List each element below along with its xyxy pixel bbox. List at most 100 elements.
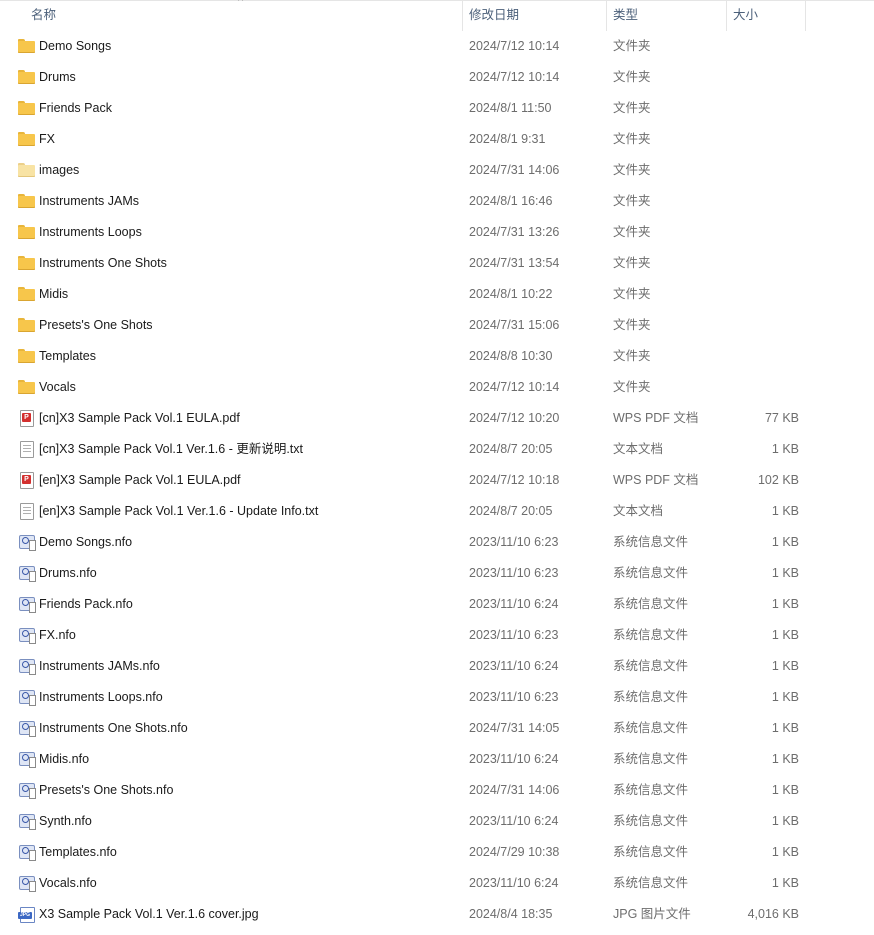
file-row[interactable]: Vocals.nfo 2023/11/10 6:24 系统信息文件 1 KB xyxy=(0,868,874,899)
folder-icon xyxy=(18,256,35,271)
file-row[interactable]: Midis 2024/8/1 10:22 文件夹 xyxy=(0,279,874,310)
file-row[interactable]: JPG X3 Sample Pack Vol.1 Ver.1.6 cover.jp… xyxy=(0,899,874,930)
file-date-modified: 2024/8/1 10:22 xyxy=(469,287,553,301)
file-row[interactable]: P [en]X3 Sample Pack Vol.1 EULA.pdf 2024/7… xyxy=(0,465,874,496)
file-size xyxy=(732,372,799,403)
file-row[interactable]: Midis.nfo 2023/11/10 6:24 系统信息文件 1 KB xyxy=(0,744,874,775)
file-row[interactable]: images 2024/7/31 14:06 文件夹 xyxy=(0,155,874,186)
column-divider[interactable] xyxy=(462,1,463,31)
file-date-modified: 2023/11/10 6:24 xyxy=(469,752,559,766)
file-row[interactable]: Templates 2024/8/8 10:30 文件夹 xyxy=(0,341,874,372)
folder-icon xyxy=(18,380,35,395)
file-type: 文件夹 xyxy=(613,287,651,301)
file-type: 文件夹 xyxy=(613,256,651,270)
file-date-modified: 2023/11/10 6:23 xyxy=(469,566,559,580)
column-divider[interactable] xyxy=(726,1,727,31)
file-size xyxy=(732,31,799,62)
text-file-icon xyxy=(18,441,35,458)
folder-icon xyxy=(18,194,35,209)
file-type: 系统信息文件 xyxy=(613,659,689,673)
file-date-modified: 2023/11/10 6:24 xyxy=(469,876,559,890)
file-row[interactable]: Instruments Loops.nfo 2023/11/10 6:23 系统信息… xyxy=(0,682,874,713)
file-date-modified: 2024/8/7 20:05 xyxy=(469,442,553,456)
file-row[interactable]: Demo Songs.nfo 2023/11/10 6:23 系统信息文件 1 KB xyxy=(0,527,874,558)
system-info-icon xyxy=(18,876,36,892)
file-name: Friends Pack xyxy=(39,101,112,115)
file-date-modified: 2024/7/12 10:18 xyxy=(469,473,560,487)
column-header-date-modified[interactable]: 修改日期 xyxy=(469,1,519,31)
file-row[interactable]: Drums.nfo 2023/11/10 6:23 系统信息文件 1 KB xyxy=(0,558,874,589)
file-date-modified: 2024/7/12 10:20 xyxy=(469,411,560,425)
file-date-modified: 2024/8/1 16:46 xyxy=(469,194,553,208)
column-divider[interactable] xyxy=(606,1,607,31)
file-row[interactable]: Vocals 2024/7/12 10:14 文件夹 xyxy=(0,372,874,403)
file-size: 77 KB xyxy=(764,411,799,425)
file-name: images xyxy=(39,163,80,177)
file-size xyxy=(732,248,799,279)
file-size xyxy=(732,124,799,155)
file-type: 系统信息文件 xyxy=(613,845,689,859)
file-date-modified: 2023/11/10 6:23 xyxy=(469,535,559,549)
file-type: WPS PDF 文档 xyxy=(613,411,699,425)
system-info-icon xyxy=(18,690,36,706)
system-info-icon xyxy=(18,566,36,582)
column-header-type[interactable]: 类型 xyxy=(613,1,638,31)
jpg-image-icon: JPG xyxy=(18,907,35,923)
file-row[interactable]: Templates.nfo 2024/7/29 10:38 系统信息文件 1 KB xyxy=(0,837,874,868)
file-type: 文件夹 xyxy=(613,349,651,363)
file-name: Instruments Loops xyxy=(39,225,142,239)
file-name: FX xyxy=(39,132,55,146)
column-header-name[interactable]: 名称 xyxy=(31,1,56,31)
file-date-modified: 2024/7/29 10:38 xyxy=(469,845,560,859)
column-header-bar: ^ 名称 修改日期 类型 大小 xyxy=(0,0,874,32)
file-row[interactable]: Demo Songs 2024/7/12 10:14 文件夹 xyxy=(0,31,874,62)
file-row[interactable]: [en]X3 Sample Pack Vol.1 Ver.1.6 - Updat… xyxy=(0,496,874,527)
file-row[interactable]: Instruments JAMs.nfo 2023/11/10 6:24 系统信息文… xyxy=(0,651,874,682)
file-row[interactable]: Instruments Loops 2024/7/31 13:26 文件夹 xyxy=(0,217,874,248)
file-name: [cn]X3 Sample Pack Vol.1 EULA.pdf xyxy=(39,411,240,425)
file-name: Instruments JAMs xyxy=(39,194,140,208)
column-header-size[interactable]: 大小 xyxy=(733,1,758,31)
file-row[interactable]: Drums 2024/7/12 10:14 文件夹 xyxy=(0,62,874,93)
file-size: 4,016 KB xyxy=(747,907,799,921)
file-date-modified: 2023/11/10 6:24 xyxy=(469,814,559,828)
system-info-icon xyxy=(18,535,36,551)
file-date-modified: 2023/11/10 6:23 xyxy=(469,628,559,642)
file-name: [cn]X3 Sample Pack Vol.1 Ver.1.6 - 更新说明.… xyxy=(39,442,304,456)
file-size: 1 KB xyxy=(771,504,799,518)
file-row[interactable]: P [cn]X3 Sample Pack Vol.1 EULA.pdf 2024/7… xyxy=(0,403,874,434)
file-name: Presets's One Shots.nfo xyxy=(39,783,174,797)
file-row[interactable]: FX.nfo 2023/11/10 6:23 系统信息文件 1 KB xyxy=(0,620,874,651)
file-row[interactable]: Instruments JAMs 2024/8/1 16:46 文件夹 xyxy=(0,186,874,217)
file-name: Midis.nfo xyxy=(39,752,90,766)
file-row[interactable]: Presets's One Shots 2024/7/31 15:06 文件夹 xyxy=(0,310,874,341)
file-row[interactable]: Instruments One Shots 2024/7/31 13:54 文件夹 xyxy=(0,248,874,279)
system-info-icon xyxy=(18,721,36,737)
file-row[interactable]: [cn]X3 Sample Pack Vol.1 Ver.1.6 - 更新说明.… xyxy=(0,434,874,465)
column-divider[interactable] xyxy=(805,1,806,31)
file-name: Instruments Loops.nfo xyxy=(39,690,163,704)
file-name: Instruments One Shots xyxy=(39,256,167,270)
file-type: 系统信息文件 xyxy=(613,628,689,642)
file-type: 文件夹 xyxy=(613,318,651,332)
file-type: 系统信息文件 xyxy=(613,876,689,890)
file-date-modified: 2024/7/12 10:14 xyxy=(469,70,560,84)
file-row[interactable]: FX 2024/8/1 9:31 文件夹 xyxy=(0,124,874,155)
file-type: 文件夹 xyxy=(613,380,651,394)
file-type: 系统信息文件 xyxy=(613,752,689,766)
file-size: 1 KB xyxy=(771,535,799,549)
file-name: Midis xyxy=(39,287,69,301)
file-type: JPG 图片文件 xyxy=(613,907,691,921)
file-row[interactable]: Friends Pack 2024/8/1 11:50 文件夹 xyxy=(0,93,874,124)
file-type: 文本文档 xyxy=(613,504,664,518)
file-size: 1 KB xyxy=(771,690,799,704)
file-size: 1 KB xyxy=(771,752,799,766)
file-row[interactable]: Synth.nfo 2023/11/10 6:24 系统信息文件 1 KB xyxy=(0,806,874,837)
file-type: 系统信息文件 xyxy=(613,535,689,549)
file-type: 文件夹 xyxy=(613,194,651,208)
file-row[interactable]: Friends Pack.nfo 2023/11/10 6:24 系统信息文件 1 K… xyxy=(0,589,874,620)
file-size: 1 KB xyxy=(771,566,799,580)
file-row[interactable]: Instruments One Shots.nfo 2024/7/31 14:05… xyxy=(0,713,874,744)
file-date-modified: 2024/8/1 11:50 xyxy=(469,101,552,115)
file-row[interactable]: Presets's One Shots.nfo 2024/7/31 14:06 系统… xyxy=(0,775,874,806)
